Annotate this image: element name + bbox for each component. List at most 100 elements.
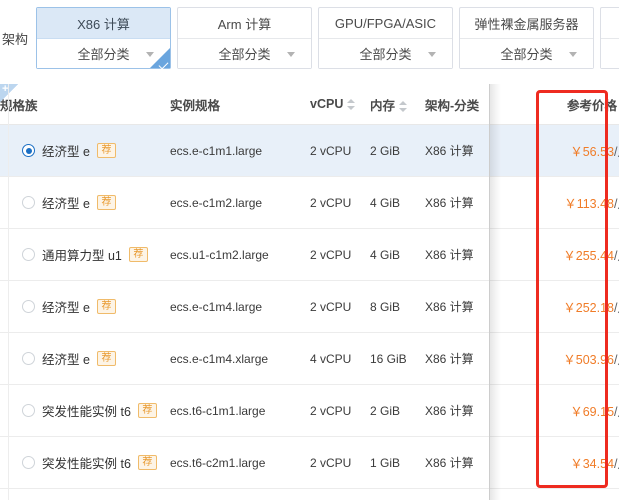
row-radio[interactable] [22, 144, 35, 157]
table-row[interactable]: + 突发性能实例 t6 荐 ecs.t6-c2m1.large 2 vCPU 1… [0, 84, 619, 489]
cell-memory: 1 GiB [370, 436, 425, 489]
cell-arch-category: X86 计算 [425, 332, 490, 385]
arch-category-select[interactable]: 全部分类 [319, 39, 452, 68]
cell-spec: ecs.e-c1m4.xlarge [170, 332, 310, 385]
arch-card-title: 弹性裸金属服务器 [460, 8, 593, 39]
column-header-family[interactable]: 规格族 [0, 84, 170, 125]
cell-price: ￥56.53/月 [535, 124, 619, 177]
table-left-border [8, 84, 9, 500]
cell-spec: ecs.e-c1m4.large [170, 280, 310, 333]
cell-family[interactable]: + 经济型 e 荐 [0, 84, 170, 229]
recommend-badge: 荐 [96, 351, 116, 366]
price-unit: /月 [614, 249, 619, 263]
table-header: 规格族 实例规格 vCPU 内存 架构-分类 参考价格 [0, 84, 619, 125]
arch-card-gpu-fpga-asic[interactable]: GPU/FPGA/ASIC 全部分类 [318, 7, 453, 69]
cell-arch-category: X86 计算 [425, 280, 490, 333]
cell-spec: ecs.e-c1m1.large [170, 124, 310, 177]
instance-spec-table-container[interactable]: 规格族 实例规格 vCPU 内存 架构-分类 参考价格 + 经济型 e 荐 ec… [0, 84, 619, 500]
cell-price: ￥113.48/月 [535, 176, 619, 229]
cell-spec: ecs.e-c1m2.large [170, 176, 310, 229]
column-header-vcpu[interactable]: vCPU [310, 84, 370, 125]
arch-category-value: 全部分类 [218, 47, 271, 62]
column-header-price-label: 参考价格 [566, 98, 617, 113]
cell-price: ￥252.18/月 [535, 280, 619, 333]
arch-category-select[interactable] [601, 39, 619, 68]
arch-card-x86[interactable]: X86 计算 全部分类 [36, 7, 171, 70]
cell-price: ￥34.54/月 [535, 436, 619, 489]
price-amount: ￥252.18 [563, 301, 615, 315]
cell-family[interactable]: + 经济型 e 荐 [0, 84, 170, 177]
column-header-price[interactable]: 参考价格 [535, 84, 619, 125]
table-row[interactable]: + 突发性能实例 t6 荐 ecs.t6-c1m1.large 2 vCPU 2… [0, 84, 619, 437]
cell-spacer [490, 176, 535, 229]
family-label: 经济型 e [42, 145, 90, 159]
cell-vcpu: 2 vCPU [310, 124, 370, 177]
instance-spec-table: 规格族 实例规格 vCPU 内存 架构-分类 参考价格 + 经济型 e 荐 ec… [0, 84, 619, 489]
recommend-badge: 荐 [128, 247, 148, 262]
row-radio[interactable] [22, 352, 35, 365]
family-label: 经济型 e [42, 353, 90, 367]
cell-memory: 2 GiB [370, 384, 425, 437]
arch-card-bare-metal[interactable]: 弹性裸金属服务器 全部分类 [459, 7, 594, 69]
arch-card-title [601, 8, 619, 39]
arch-card-title: Arm 计算 [178, 8, 311, 39]
recommend-badge: 荐 [96, 143, 116, 158]
cell-vcpu: 2 vCPU [310, 384, 370, 437]
chevron-down-icon [287, 51, 295, 57]
price-unit: /月 [614, 301, 619, 315]
table-row[interactable]: + 经济型 e 荐 ecs.e-c1m4.large 2 vCPU 8 GiB … [0, 84, 619, 333]
cell-family[interactable]: + 突发性能实例 t6 荐 [0, 84, 170, 489]
price-unit: /月 [614, 405, 619, 419]
cell-vcpu: 2 vCPU [310, 228, 370, 281]
cell-family[interactable]: + 突发性能实例 t6 荐 [0, 84, 170, 437]
cell-arch-category: X86 计算 [425, 124, 490, 177]
row-radio[interactable] [22, 196, 35, 209]
row-radio[interactable] [22, 456, 35, 469]
cell-memory: 16 GiB [370, 332, 425, 385]
column-header-spec[interactable]: 实例规格 [170, 84, 310, 125]
column-header-arch-category[interactable]: 架构-分类 [425, 84, 490, 125]
price-amount: ￥69.15 [570, 405, 615, 419]
architecture-card-list: 架构 X86 计算 全部分类 Arm 计算 全部分类 GPU/FPGA/ASIC… [0, 0, 619, 76]
cell-family[interactable]: + 通用算力型 u1 荐 [0, 84, 170, 281]
architecture-filter-strip: 架构 X86 计算 全部分类 Arm 计算 全部分类 GPU/FPGA/ASIC… [0, 0, 619, 76]
row-radio[interactable] [22, 300, 35, 313]
cell-spacer [490, 384, 535, 437]
cell-price: ￥69.15/月 [535, 384, 619, 437]
cell-family[interactable]: + 经济型 e 荐 [0, 84, 170, 385]
architecture-row-label: 架构 [2, 31, 29, 47]
table-body: + 经济型 e 荐 ecs.e-c1m1.large 2 vCPU 2 GiB … [0, 84, 619, 489]
table-header-row: 规格族 实例规格 vCPU 内存 架构-分类 参考价格 [0, 84, 619, 125]
sort-updown-icon[interactable] [347, 98, 356, 111]
arch-category-select[interactable]: 全部分类 [460, 39, 593, 68]
arch-card-title: X86 计算 [37, 8, 170, 39]
recommend-badge: 荐 [137, 455, 157, 470]
cell-family[interactable]: + 经济型 e 荐 [0, 84, 170, 333]
arch-category-value: 全部分类 [359, 47, 412, 62]
sort-updown-icon[interactable] [399, 100, 408, 113]
cell-memory: 2 GiB [370, 124, 425, 177]
row-radio[interactable] [22, 404, 35, 417]
table-row[interactable]: + 经济型 e 荐 ecs.e-c1m2.large 2 vCPU 4 GiB … [0, 84, 619, 229]
column-header-spacer [490, 84, 535, 125]
price-unit: /月 [614, 457, 619, 471]
arch-card-next-partial[interactable] [600, 7, 619, 69]
cell-spacer [490, 124, 535, 177]
table-row[interactable]: + 通用算力型 u1 荐 ecs.u1-c1m2.large 2 vCPU 4 … [0, 84, 619, 281]
chevron-down-icon [428, 51, 436, 57]
arch-card-arm[interactable]: Arm 计算 全部分类 [177, 7, 312, 69]
price-amount: ￥255.44 [563, 249, 615, 263]
column-header-memory[interactable]: 内存 [370, 84, 425, 125]
cell-arch-category: X86 计算 [425, 228, 490, 281]
cell-spec: ecs.t6-c1m1.large [170, 384, 310, 437]
cell-vcpu: 2 vCPU [310, 176, 370, 229]
arch-category-select[interactable]: 全部分类 [178, 39, 311, 68]
row-radio[interactable] [22, 248, 35, 261]
table-row[interactable]: + 经济型 e 荐 ecs.e-c1m1.large 2 vCPU 2 GiB … [0, 84, 619, 177]
recommend-badge: 荐 [96, 195, 116, 210]
price-amount: ￥113.48 [564, 197, 615, 211]
cell-memory: 4 GiB [370, 228, 425, 281]
cell-arch-category: X86 计算 [425, 384, 490, 437]
cell-vcpu: 2 vCPU [310, 280, 370, 333]
table-row[interactable]: + 经济型 e 荐 ecs.e-c1m4.xlarge 4 vCPU 16 Gi… [0, 84, 619, 385]
